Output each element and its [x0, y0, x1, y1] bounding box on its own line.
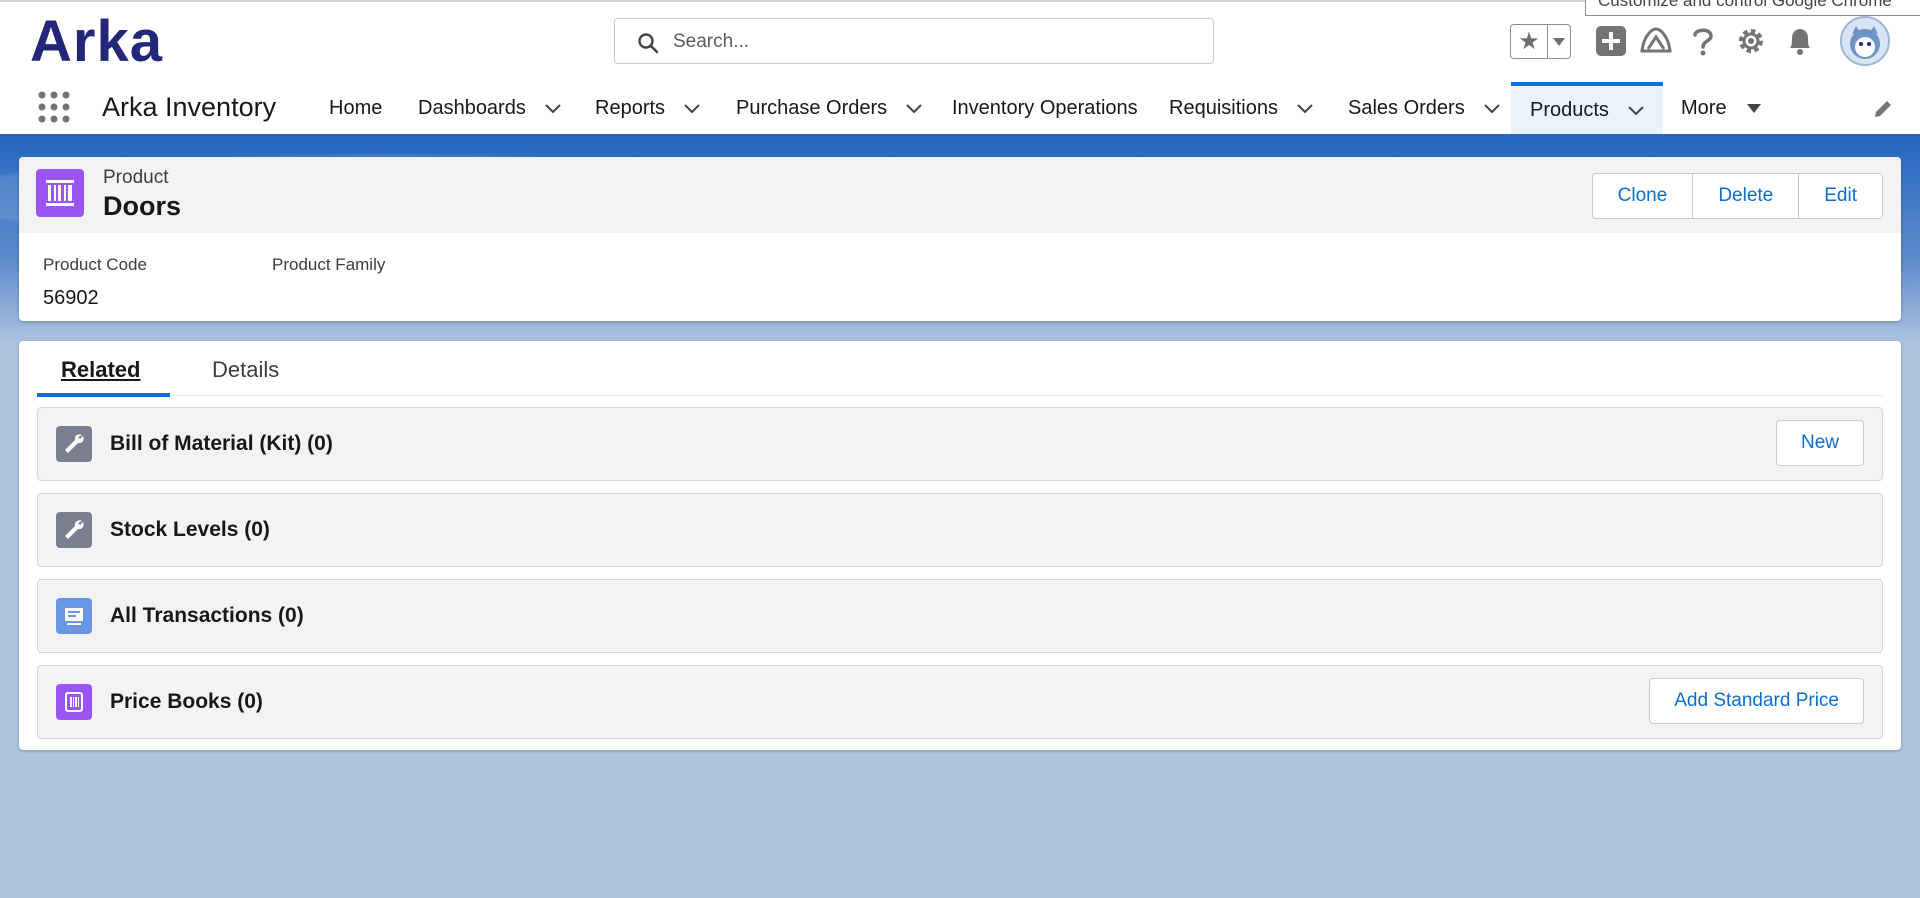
star-icon[interactable]: ★	[1511, 25, 1548, 58]
app-launcher-icon[interactable]	[38, 91, 70, 123]
chevron-down-icon[interactable]	[544, 99, 562, 117]
nav-item-sales-orders[interactable]: Sales Orders	[1348, 82, 1501, 134]
product-icon	[36, 169, 84, 217]
tab-bar: Related Details	[37, 341, 1883, 397]
related-list-title[interactable]: Price Books (0)	[110, 690, 263, 714]
app-logo[interactable]: Arka	[30, 12, 163, 72]
chevron-down-icon[interactable]	[683, 99, 701, 117]
nav-item-label: More	[1681, 96, 1727, 119]
nav-item-inventory-operations[interactable]: Inventory Operations	[952, 82, 1138, 134]
app-navigation: Arka Inventory Home Dashboards Reports P…	[0, 82, 1920, 135]
chevron-down-icon[interactable]	[1483, 99, 1501, 117]
page-title: Doors	[103, 191, 182, 221]
related-list-all-transactions: All Transactions (0)	[37, 579, 1883, 653]
wrench-icon	[56, 426, 92, 462]
active-tab-indicator	[37, 393, 170, 397]
field-label: Product Family	[272, 255, 386, 274]
nav-item-label: Reports	[595, 96, 666, 119]
delete-button[interactable]: Delete	[1692, 174, 1798, 218]
nav-item-products[interactable]: Products	[1511, 82, 1663, 134]
new-button[interactable]: New	[1775, 420, 1864, 466]
nav-item-label: Inventory Operations	[952, 96, 1138, 119]
global-search-input[interactable]: Search...	[614, 18, 1214, 64]
nav-item-label: Requisitions	[1169, 96, 1278, 119]
help-icon[interactable]	[1686, 24, 1720, 58]
nav-item-requisitions[interactable]: Requisitions	[1169, 82, 1314, 134]
search-placeholder: Search...	[673, 31, 750, 52]
field-product-family: Product Family	[272, 255, 385, 287]
search-icon	[638, 33, 659, 54]
record-tabs-card: Related Details Bill of Material (Kit) (…	[19, 341, 1901, 750]
nav-item-label: Products	[1530, 98, 1609, 121]
favorites-button[interactable]: ★	[1510, 24, 1571, 59]
tab-related[interactable]: Related	[61, 357, 140, 383]
add-standard-price-button[interactable]: Add Standard Price	[1649, 678, 1864, 724]
transactions-icon	[56, 598, 92, 634]
nav-item-label: Sales Orders	[1348, 96, 1465, 119]
field-value: 56902	[43, 287, 99, 309]
field-label: Product Code	[43, 255, 147, 274]
favorites-dropdown-icon[interactable]	[1548, 25, 1570, 58]
chevron-down-icon[interactable]	[1296, 99, 1314, 117]
avatar[interactable]	[1840, 16, 1890, 66]
nav-item-reports[interactable]: Reports	[595, 82, 701, 134]
tab-details[interactable]: Details	[212, 357, 279, 383]
trailhead-icon[interactable]	[1639, 24, 1673, 58]
caret-down-icon[interactable]	[1745, 99, 1763, 117]
nav-item-label: Home	[329, 96, 383, 119]
edit-nav-icon[interactable]	[1872, 98, 1894, 120]
nav-item-dashboards[interactable]: Dashboards	[418, 82, 562, 134]
gear-icon[interactable]	[1734, 24, 1768, 58]
wrench-icon	[56, 512, 92, 548]
nav-item-home[interactable]: Home	[329, 82, 382, 134]
related-list-title[interactable]: Stock Levels (0)	[110, 518, 270, 542]
chevron-down-icon[interactable]	[905, 99, 923, 117]
related-list-price-books: Price Books (0) Add Standard Price	[37, 665, 1883, 739]
related-list-title[interactable]: All Transactions (0)	[110, 604, 304, 628]
pricebook-icon	[56, 684, 92, 720]
record-actions: Clone Delete Edit	[1591, 173, 1883, 219]
app-name: Arka Inventory	[102, 92, 277, 122]
record-object-type: Product	[103, 167, 169, 188]
nav-item-label: Purchase Orders	[736, 96, 888, 119]
nav-item-purchase-orders[interactable]: Purchase Orders	[736, 82, 923, 134]
nav-item-more[interactable]: More	[1681, 82, 1763, 134]
related-list-stock-levels: Stock Levels (0)	[37, 493, 1883, 567]
edit-button[interactable]: Edit	[1798, 174, 1882, 218]
chevron-down-icon[interactable]	[1627, 101, 1645, 119]
record-highlights: Product Doors Clone Delete Edit Product …	[19, 157, 1901, 321]
related-list-title[interactable]: Bill of Material (Kit) (0)	[110, 432, 333, 456]
global-actions-icon[interactable]	[1594, 24, 1628, 58]
clone-button[interactable]: Clone	[1593, 174, 1693, 218]
field-product-code: Product Code 56902	[43, 255, 147, 310]
nav-item-label: Dashboards	[418, 96, 526, 119]
browser-tooltip: Customize and control Google Chrome	[1585, 0, 1920, 16]
global-header: Customize and control Google Chrome Arka…	[0, 0, 1920, 82]
browser-divider	[0, 0, 1590, 2]
record-header: Product Doors Clone Delete Edit	[19, 157, 1901, 233]
related-list-bill-of-material: Bill of Material (Kit) (0) New	[37, 407, 1883, 481]
bell-icon[interactable]	[1783, 24, 1817, 58]
